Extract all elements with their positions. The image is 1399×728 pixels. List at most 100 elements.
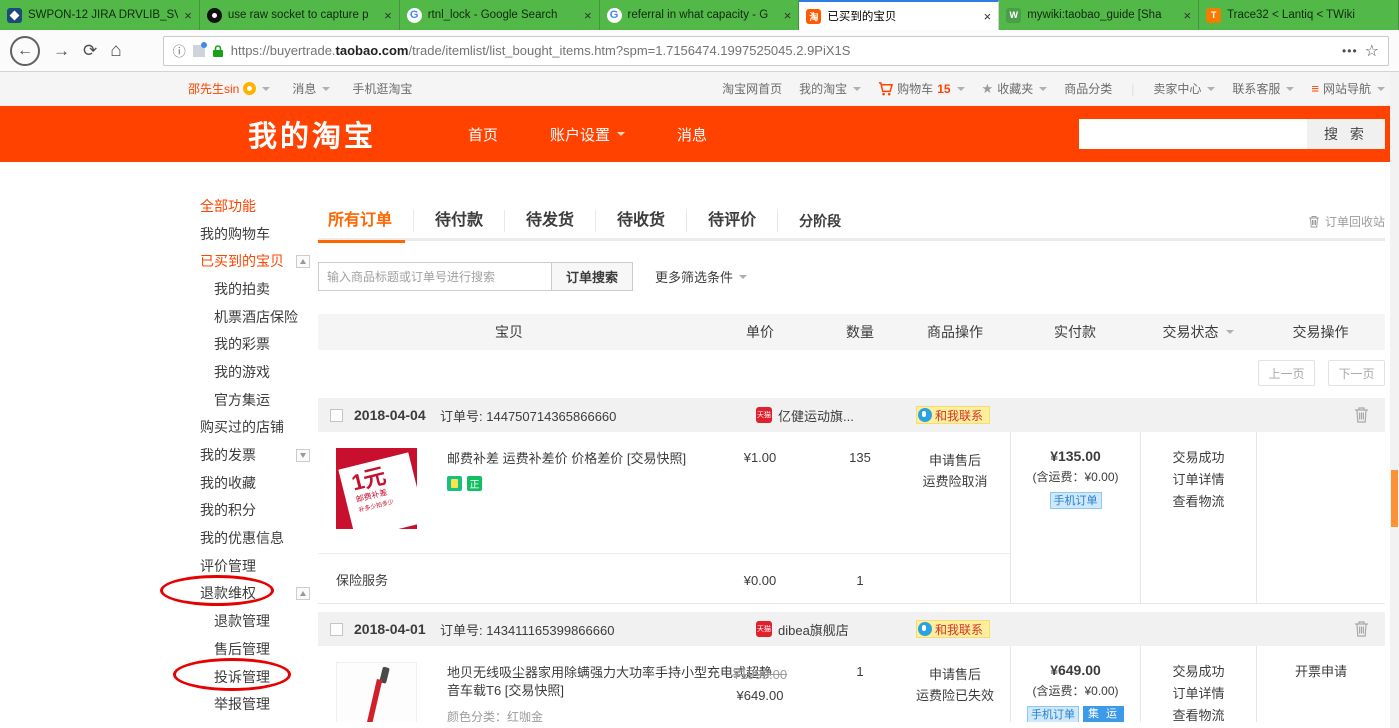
home-icon[interactable]: ⌂ xyxy=(110,40,121,62)
order-checkbox[interactable] xyxy=(330,409,343,422)
tab-jira[interactable]: SWPON-12 JIRA DRVLIB_SV × xyxy=(0,0,200,30)
product-image[interactable]: 1元邮费补差补多少拍多少 xyxy=(336,448,417,529)
sidebar-item-flight-hotel-insurance[interactable]: 机票酒店保险 xyxy=(180,303,312,331)
topbar-site-nav[interactable]: ≡ 网站导航 xyxy=(1311,80,1385,97)
sidebar-item-shops-bought-from[interactable]: 购买过的店铺 xyxy=(180,414,312,442)
invoice-request-link[interactable]: 开票申请 xyxy=(1257,661,1385,680)
shipping-insurance-status[interactable]: 运费险取消 xyxy=(900,471,1010,492)
sidebar-item-my-points[interactable]: 我的积分 xyxy=(180,497,312,525)
chevron-down-icon xyxy=(957,87,965,91)
order-detail-link[interactable]: 订单详情 xyxy=(1141,469,1256,491)
topbar-favorites[interactable]: ★ 收藏夹 xyxy=(982,80,1048,97)
header-nav-messages[interactable]: 消息 xyxy=(677,124,707,145)
sidebar-item-my-games[interactable]: 我的游戏 xyxy=(180,358,312,386)
header-nav-account[interactable]: 账户设置 xyxy=(550,124,625,145)
sidebar-item-my-cart[interactable]: 我的购物车 xyxy=(180,220,312,248)
topbar-seller-center[interactable]: 卖家中心 xyxy=(1153,80,1215,97)
site-info-icon[interactable]: ⓘ xyxy=(173,41,186,60)
shop-link[interactable]: 天猫 亿健运动旗... xyxy=(756,406,854,425)
order-row: 2018-04-04 订单号: 144750714365866660 天猫 亿健… xyxy=(318,398,1385,604)
product-image[interactable] xyxy=(336,662,417,722)
sidebar-item-my-invoices[interactable]: 我的发票 xyxy=(180,441,312,469)
order-checkbox[interactable] xyxy=(330,623,343,636)
contact-seller-badge[interactable]: 和我联系 xyxy=(916,406,990,424)
tmall-icon: 天猫 xyxy=(756,621,772,637)
tab-github[interactable]: use raw socket to capture p × xyxy=(200,0,400,30)
username[interactable]: 邵先生sin xyxy=(188,80,239,97)
close-icon[interactable]: × xyxy=(184,8,192,23)
topbar-user[interactable]: 邵先生sin xyxy=(188,80,270,97)
col-trade-status[interactable]: 交易状态 xyxy=(1140,322,1256,342)
scrollbar[interactable] xyxy=(1390,72,1399,728)
sidebar-item-report-management[interactable]: 举报管理 xyxy=(180,690,312,718)
tab-awaiting-payment[interactable]: 待付款 xyxy=(413,210,504,232)
header-search-button[interactable]: 搜 索 xyxy=(1307,119,1385,149)
reader-icon[interactable] xyxy=(193,45,205,57)
topbar-mobile-taobao[interactable]: 手机逛淘宝 xyxy=(352,80,412,97)
order-search-button[interactable]: 订单搜索 xyxy=(552,262,633,291)
sidebar-item-my-coupons[interactable]: 我的优惠信息 xyxy=(180,524,312,552)
contact-seller-badge[interactable]: 和我联系 xyxy=(916,620,990,638)
page-actions-icon[interactable]: ••• xyxy=(1342,44,1358,58)
apply-aftersale-link[interactable]: 申请售后 xyxy=(900,664,1010,685)
tab-google-search-1[interactable]: G rtnl_lock - Google Search × xyxy=(400,0,600,30)
tab-all-orders[interactable]: 所有订单 xyxy=(318,210,413,232)
close-icon[interactable]: × xyxy=(784,8,792,23)
sidebar-item-my-auctions[interactable]: 我的拍卖 xyxy=(180,275,312,303)
delete-order-button[interactable] xyxy=(1354,620,1369,637)
shipping-insurance-status[interactable]: 运费险已失效 xyxy=(900,685,1010,706)
service-title[interactable]: 保险服务 xyxy=(318,570,700,589)
header-nav-home[interactable]: 首页 xyxy=(468,124,498,145)
tab-twiki[interactable]: T Trace32 < Lantiq < TWiki xyxy=(1199,0,1399,30)
next-page-button[interactable]: 下一页 xyxy=(1328,360,1385,386)
topbar-my-taobao[interactable]: 我的淘宝 xyxy=(799,80,861,97)
back-icon[interactable]: ← xyxy=(10,36,40,66)
order-recycle-bin[interactable]: 订单回收站 xyxy=(1308,213,1385,230)
view-logistics-link[interactable]: 查看物流 xyxy=(1141,705,1256,722)
topbar-cart[interactable]: 购物车15 xyxy=(878,80,964,97)
topbar-messages[interactable]: 消息 xyxy=(292,80,330,97)
tab-mywiki[interactable]: W mywiki:taobao_guide [Sha × xyxy=(999,0,1199,30)
close-icon[interactable]: × xyxy=(1183,8,1191,23)
bookmark-star-icon[interactable]: ☆ xyxy=(1365,41,1379,61)
shop-link[interactable]: 天猫 dibea旗舰店 xyxy=(756,620,849,639)
site-logo[interactable]: 我的淘宝 xyxy=(248,113,376,155)
forward-icon[interactable]: → xyxy=(53,41,70,61)
sidebar-item-my-favorites[interactable]: 我的收藏 xyxy=(180,469,312,497)
topbar-taobao-home[interactable]: 淘宝网首页 xyxy=(722,80,782,97)
unit-price: ¥1.00 xyxy=(700,448,820,539)
tab-taobao-active[interactable]: 淘 已买到的宝贝 × xyxy=(799,0,999,30)
collapse-icon[interactable] xyxy=(296,255,310,268)
apply-aftersale-link[interactable]: 申请售后 xyxy=(900,450,1010,471)
reload-icon[interactable]: ⟳ xyxy=(83,41,97,61)
header-search-input[interactable] xyxy=(1079,119,1307,149)
scrollbar-thumb[interactable] xyxy=(1391,470,1398,527)
topbar-customer-service[interactable]: 联系客服 xyxy=(1232,80,1294,97)
order-detail-link[interactable]: 订单详情 xyxy=(1141,683,1256,705)
order-search-input[interactable] xyxy=(318,262,552,291)
sidebar-item-official-shipping[interactable]: 官方集运 xyxy=(180,386,312,414)
tab-awaiting-shipment[interactable]: 待发货 xyxy=(504,210,595,232)
sidebar-item-all-functions[interactable]: 全部功能 xyxy=(180,192,312,220)
sidebar-item-refund-management[interactable]: 退款管理 xyxy=(180,607,312,635)
close-icon[interactable]: × xyxy=(984,9,992,24)
close-icon[interactable]: × xyxy=(584,8,592,23)
topbar-categories[interactable]: 商品分类 xyxy=(1064,80,1112,97)
delete-order-button[interactable] xyxy=(1354,406,1369,423)
sidebar-item-bought-items[interactable]: 已买到的宝贝 xyxy=(180,247,312,275)
star-icon: ★ xyxy=(982,81,994,97)
expand-icon[interactable] xyxy=(296,449,310,462)
sort-caret-icon[interactable] xyxy=(1226,330,1234,334)
tab-awaiting-receipt[interactable]: 待收货 xyxy=(595,210,686,232)
view-logistics-link[interactable]: 查看物流 xyxy=(1141,491,1256,513)
order-search-row: 订单搜索 更多筛选条件 xyxy=(318,262,747,291)
close-icon[interactable]: × xyxy=(384,8,392,23)
tab-awaiting-review[interactable]: 待评价 xyxy=(686,210,777,232)
prev-page-button[interactable]: 上一页 xyxy=(1258,360,1315,386)
tab-staged[interactable]: 分阶段 xyxy=(777,210,862,232)
more-filters-link[interactable]: 更多筛选条件 xyxy=(655,267,747,286)
url-bar[interactable]: ⓘ https://buyertrade.taobao.com/trade/it… xyxy=(163,36,1389,66)
tab-google-search-2[interactable]: G referral in what capacity - G × xyxy=(600,0,800,30)
sidebar-item-my-lottery[interactable]: 我的彩票 xyxy=(180,330,312,358)
collapse-icon[interactable] xyxy=(296,587,310,600)
